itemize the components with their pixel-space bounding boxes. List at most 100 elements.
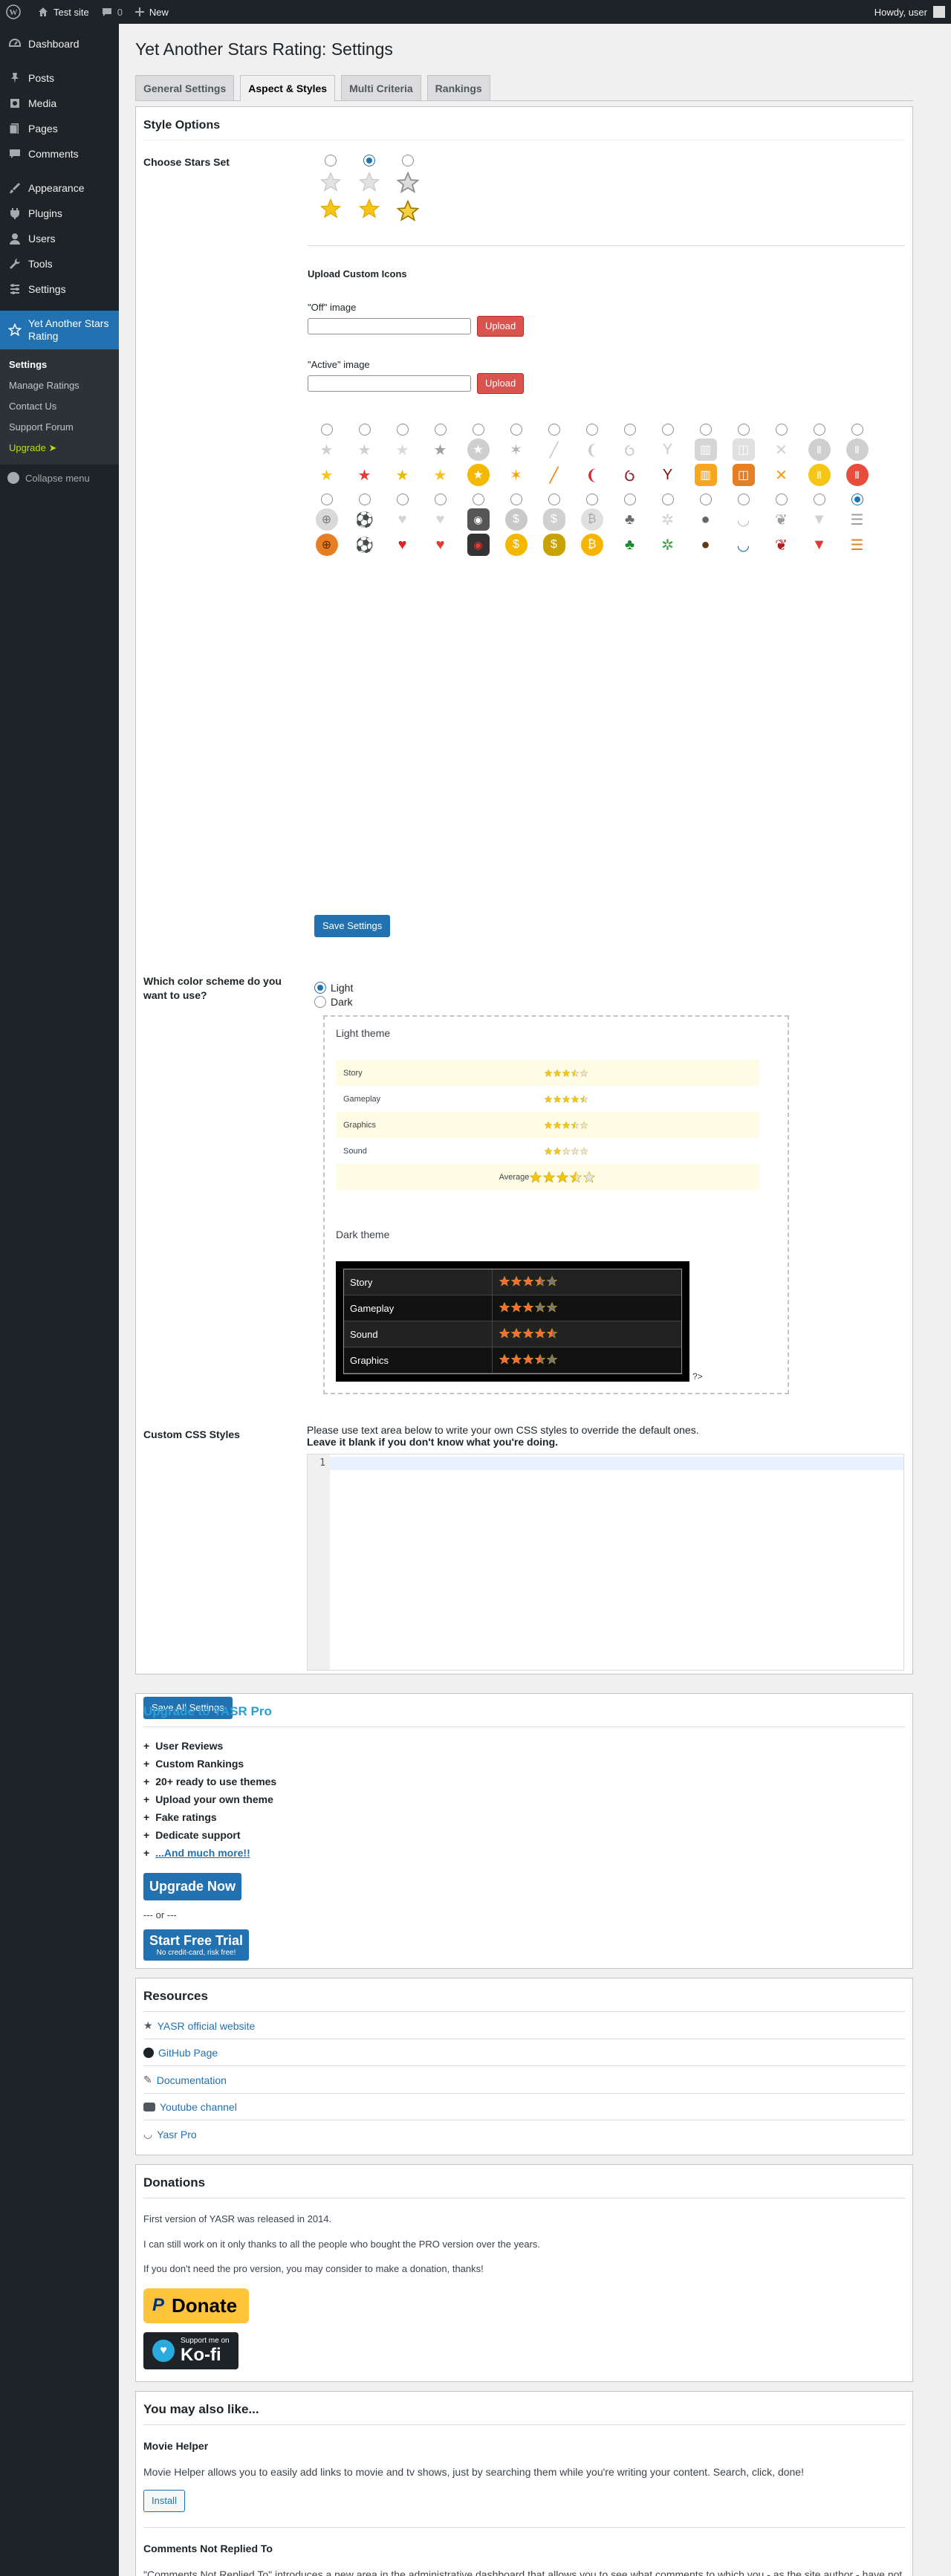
- icon-option-cutlery[interactable]: ✕ ✕: [762, 424, 800, 486]
- icon-radio[interactable]: [396, 493, 409, 505]
- icon-radio[interactable]: [434, 424, 447, 436]
- sidebar-item-comments[interactable]: Comments: [0, 141, 119, 166]
- sidebar-item-appearance[interactable]: Appearance: [0, 175, 119, 201]
- icon-option-plate-red[interactable]: ⅡⅡ: [838, 424, 876, 486]
- resource-link-github[interactable]: GitHub Page: [143, 2039, 905, 2066]
- icon-option-star-gold[interactable]: ★ ★: [383, 424, 421, 486]
- scheme-light-radio[interactable]: [314, 982, 326, 994]
- resource-link-youtube[interactable]: Youtube channel: [143, 2094, 905, 2120]
- resource-link-documentation[interactable]: ✎ Documentation: [143, 2066, 905, 2094]
- tab-aspect-styles[interactable]: Aspect & Styles: [240, 75, 336, 101]
- icon-radio[interactable]: [434, 493, 447, 505]
- start-free-trial-button[interactable]: Start Free Trial No credit-card, risk fr…: [143, 1929, 250, 1961]
- icon-radio[interactable]: [737, 424, 750, 436]
- icon-radio[interactable]: [396, 424, 409, 436]
- active-image-input[interactable]: [308, 375, 471, 392]
- stars-set-1[interactable]: [318, 155, 343, 223]
- icon-radio[interactable]: [699, 424, 712, 436]
- icon-option-plate[interactable]: ⅡⅡ: [800, 424, 838, 486]
- icon-radio[interactable]: [510, 493, 522, 505]
- icon-option-wine-2[interactable]: YY: [649, 424, 687, 486]
- sidebar-item-settings[interactable]: Settings: [0, 276, 119, 302]
- and-much-more-link[interactable]: ...And much more!!: [155, 1846, 250, 1860]
- icon-radio[interactable]: [320, 424, 333, 436]
- off-image-upload-button[interactable]: Upload: [477, 316, 525, 337]
- icon-option-carrot[interactable]: ╱ ╱: [535, 424, 573, 486]
- tab-rankings[interactable]: Rankings: [426, 75, 490, 100]
- site-name-link[interactable]: Test site: [31, 0, 95, 24]
- icon-option-leaf[interactable]: ✲ ✲: [649, 493, 687, 556]
- scheme-dark-radio[interactable]: [314, 996, 326, 1008]
- resource-link-yasr-pro[interactable]: ◡ Yasr Pro: [143, 2120, 905, 2147]
- icon-radio[interactable]: [472, 493, 484, 505]
- paypal-donate-button[interactable]: P Donate: [143, 2288, 250, 2323]
- sidebar-item-media[interactable]: Media: [0, 91, 119, 116]
- icon-option-beer[interactable]: ▥ ▥: [687, 424, 724, 486]
- sidebar-item-plugins[interactable]: Plugins: [0, 201, 119, 226]
- icon-option-heart[interactable]: ♥ ♥: [383, 493, 421, 556]
- icon-radio[interactable]: [661, 493, 674, 505]
- icon-radio[interactable]: [623, 493, 636, 505]
- submenu-settings[interactable]: Settings: [0, 355, 119, 375]
- stars-set-1-radio[interactable]: [325, 155, 337, 166]
- icon-option-bean[interactable]: ● ●: [687, 493, 724, 556]
- icon-option-chili[interactable]: ❨ ❨: [573, 424, 611, 486]
- sidebar-item-tools[interactable]: Tools: [0, 251, 119, 276]
- scheme-option-dark[interactable]: Dark: [314, 996, 905, 1008]
- save-settings-button[interactable]: Save Settings: [314, 915, 391, 937]
- icon-option-soccer[interactable]: ⚽ ⚽: [345, 493, 383, 556]
- sidebar-item-users[interactable]: Users: [0, 226, 119, 251]
- icon-option-camera[interactable]: ◉ ◉: [459, 493, 497, 556]
- icon-option-basketball[interactable]: ⊕ ⊕: [308, 493, 345, 556]
- kofi-button[interactable]: ♥ Support me on Ko-fi: [143, 2331, 238, 2369]
- submenu-support-forum[interactable]: Support Forum: [0, 417, 119, 438]
- sidebar-item-dashboard[interactable]: Dashboard: [0, 31, 119, 56]
- custom-css-editor[interactable]: 1: [307, 1454, 904, 1671]
- icon-radio[interactable]: [358, 493, 371, 505]
- icon-radio[interactable]: [775, 493, 788, 505]
- icon-radio[interactable]: [585, 493, 598, 505]
- collapse-menu-button[interactable]: Collapse menu: [0, 465, 119, 491]
- comments-link[interactable]: 0: [95, 0, 129, 24]
- icon-radio[interactable]: [585, 424, 598, 436]
- upgrade-now-button[interactable]: Upgrade Now: [143, 1873, 242, 1900]
- icon-option-tree[interactable]: ♣ ♣: [611, 493, 649, 556]
- stars-set-2-radio[interactable]: [363, 155, 375, 166]
- icon-radio[interactable]: [358, 424, 371, 436]
- icon-radio[interactable]: [775, 424, 788, 436]
- icon-radio[interactable]: [320, 493, 333, 505]
- icon-option-heartbeat[interactable]: ♥ ♥: [421, 493, 459, 556]
- tab-general-settings[interactable]: General Settings: [135, 75, 235, 100]
- icon-option-star-badge[interactable]: ★ ★: [459, 424, 497, 486]
- resource-link-official[interactable]: ★ YASR official website: [143, 2012, 905, 2039]
- stars-set-3[interactable]: [395, 155, 421, 223]
- icon-option-star-outline[interactable]: ★ ★: [421, 424, 459, 486]
- new-content-link[interactable]: New: [129, 0, 175, 24]
- icon-radio[interactable]: [472, 424, 484, 436]
- icon-option-star-red[interactable]: ★ ★: [345, 424, 383, 486]
- icon-option-bowl[interactable]: ◡ ◡: [724, 493, 762, 556]
- icon-option-popcorn[interactable]: ▼ ▼: [800, 493, 838, 556]
- sidebar-item-pages[interactable]: Pages: [0, 116, 119, 141]
- icon-option-bitcoin[interactable]: ₿ ₿: [573, 493, 611, 556]
- install-button[interactable]: Install: [143, 2489, 185, 2512]
- icon-option-burger[interactable]: ☰ ☰: [838, 493, 876, 556]
- off-image-input[interactable]: [308, 318, 471, 334]
- icon-option-beer-mug[interactable]: ◫ ◫: [724, 424, 762, 486]
- icon-radio[interactable]: [548, 424, 560, 436]
- css-code-area[interactable]: [330, 1454, 903, 1670]
- icon-radio[interactable]: [699, 493, 712, 505]
- icon-radio[interactable]: [737, 493, 750, 505]
- sidebar-item-posts[interactable]: Posts: [0, 65, 119, 91]
- tab-multi-criteria[interactable]: Multi Criteria: [341, 75, 421, 100]
- icon-option-money-bag[interactable]: $ $: [535, 493, 573, 556]
- stars-set-3-radio[interactable]: [402, 155, 414, 166]
- icon-radio[interactable]: [851, 424, 863, 436]
- submenu-contact-us[interactable]: Contact Us: [0, 396, 119, 417]
- sidebar-item-yasr[interactable]: Yet Another Stars Rating: [0, 311, 119, 349]
- wordpress-logo[interactable]: W: [0, 0, 31, 24]
- icon-radio[interactable]: [548, 493, 560, 505]
- scheme-option-light[interactable]: Light: [314, 982, 905, 994]
- submenu-manage-ratings[interactable]: Manage Ratings: [0, 375, 119, 396]
- icon-option-star-grey[interactable]: ★ ★: [308, 424, 345, 486]
